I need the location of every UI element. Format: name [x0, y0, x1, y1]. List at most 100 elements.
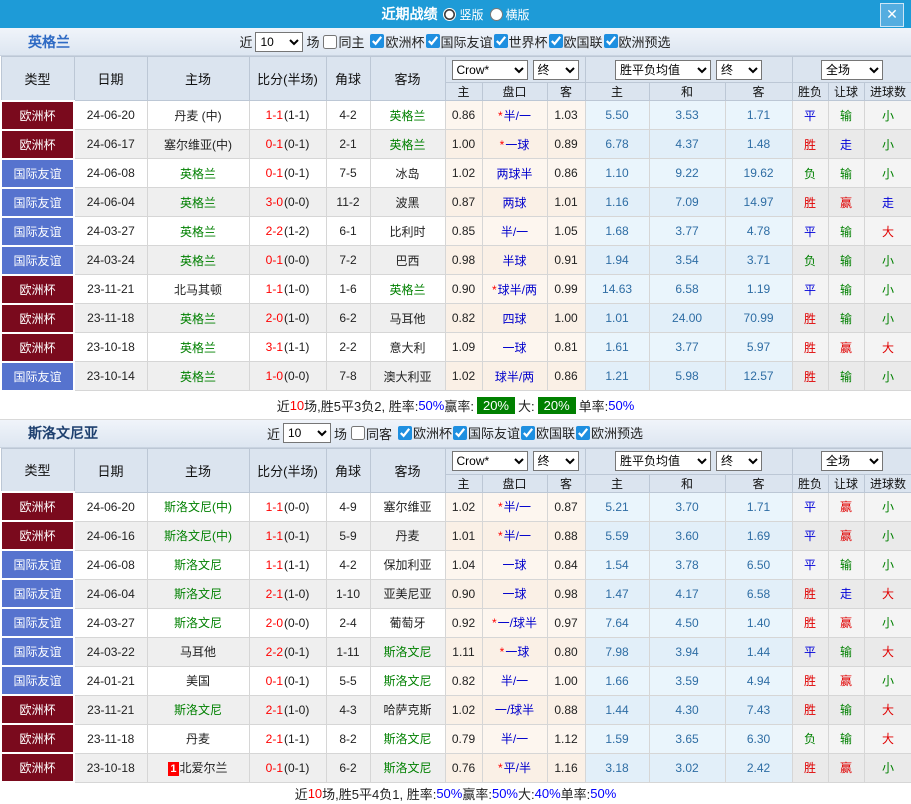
avg-away-cell: 14.97: [725, 188, 792, 217]
handicap-cell: 一球: [482, 579, 547, 608]
league-type-cell: 欧洲杯: [1, 753, 74, 782]
league-filter: 欧洲预选: [604, 32, 671, 51]
avg-final-select[interactable]: 终: [716, 60, 762, 80]
summary-segment: 大:: [518, 396, 535, 415]
sections-container: 英格兰 近 10 场 同主 欧洲杯国际友谊世界杯欧国联欧洲预选 类型 日期: [0, 28, 911, 804]
away-team-name: 英格兰: [389, 138, 425, 152]
same-team-checkbox[interactable]: [323, 35, 337, 49]
away-team-name: 塞尔维亚: [383, 500, 431, 514]
away-odds-cell: 1.03: [547, 101, 585, 130]
summary-segment: 近: [295, 784, 308, 803]
fulltime-score: 1-1: [266, 529, 283, 543]
result-cell: 胜: [792, 304, 828, 333]
handicap-star: *: [500, 138, 505, 152]
same-team-checkbox[interactable]: [351, 426, 365, 440]
subcol-header: 客: [725, 83, 792, 101]
league-type-cell: 国际友谊: [1, 188, 74, 217]
odds-source-select[interactable]: Crow*: [452, 60, 528, 80]
odds-final-select[interactable]: 终: [533, 451, 579, 471]
avg-draw-cell: 7.09: [649, 188, 725, 217]
away-team-cell: 比利时: [370, 217, 445, 246]
home-odds-cell: 0.82: [445, 666, 482, 695]
home-team-name: 英格兰: [180, 167, 216, 181]
horizontal-layout-radio[interactable]: [490, 8, 503, 21]
handicap-result-cell: 赢: [828, 492, 864, 521]
result-cell: 胜: [792, 188, 828, 217]
matches-table: 类型 日期 主场 比分(半场) 角球 客场 Crow*终 胜平负均值终 全场: [0, 56, 911, 392]
corner-cell: 8-2: [326, 724, 370, 753]
league-checkbox[interactable]: [521, 426, 535, 440]
full-match-select[interactable]: 全场: [821, 60, 883, 80]
league-checkbox[interactable]: [453, 426, 467, 440]
avg-draw-cell: 3.59: [649, 666, 725, 695]
corner-cell: 5-5: [326, 666, 370, 695]
recent-count-select[interactable]: 10: [283, 423, 331, 443]
full-match-select[interactable]: 全场: [821, 451, 883, 471]
home-odds-cell: 1.02: [445, 695, 482, 724]
halftime-score: (1-0): [284, 282, 309, 296]
league-checkbox[interactable]: [576, 426, 590, 440]
score-cell: 2-0(1-0): [249, 304, 326, 333]
league-checkbox[interactable]: [426, 34, 440, 48]
avg-home-cell: 1.61: [585, 333, 649, 362]
close-button[interactable]: ✕: [880, 3, 904, 27]
avg-home-cell: 1.54: [585, 550, 649, 579]
score-cell: 0-1(0-1): [249, 753, 326, 782]
league-checkbox[interactable]: [494, 34, 508, 48]
home-team-cell: 斯洛文尼(中): [147, 492, 249, 521]
avg-home-cell: 1.59: [585, 724, 649, 753]
vertical-layout-radio[interactable]: [443, 8, 456, 21]
home-team-cell: 斯洛文尼: [147, 608, 249, 637]
league-filter: 欧洲杯: [370, 32, 424, 51]
home-team-name: 北爱尔兰: [180, 761, 228, 775]
league-checkbox[interactable]: [604, 34, 618, 48]
league-type-cell: 国际友谊: [1, 246, 74, 275]
handicap-result-cell: 输: [828, 724, 864, 753]
home-team-name: 英格兰: [180, 196, 216, 210]
handicap-result-cell: 输: [828, 304, 864, 333]
home-team-cell: 丹麦 (中): [147, 101, 249, 130]
avg-home-cell: 1.01: [585, 304, 649, 333]
result-cell: 胜: [792, 608, 828, 637]
avg-away-cell: 4.78: [725, 217, 792, 246]
home-team-cell: 英格兰: [147, 188, 249, 217]
league-filter: 欧国联: [521, 423, 575, 442]
recent-count-select[interactable]: 10: [255, 32, 303, 52]
away-odds-cell: 0.84: [547, 550, 585, 579]
league-checkbox[interactable]: [370, 34, 384, 48]
score-cell: 2-2(0-1): [249, 637, 326, 666]
date-cell: 24-06-20: [74, 101, 147, 130]
avg-select[interactable]: 胜平负均值: [615, 60, 711, 80]
odds-source-select[interactable]: Crow*: [452, 451, 528, 471]
handicap-value: 球半/两: [495, 370, 534, 384]
avg-final-select[interactable]: 终: [716, 451, 762, 471]
home-odds-cell: 1.11: [445, 637, 482, 666]
handicap-result-cell: 输: [828, 101, 864, 130]
away-odds-cell: 0.98: [547, 579, 585, 608]
section-filter-bar: 英格兰 近 10 场 同主 欧洲杯国际友谊世界杯欧国联欧洲预选: [0, 28, 911, 56]
date-cell: 23-11-21: [74, 695, 147, 724]
avg-select[interactable]: 胜平负均值: [615, 451, 711, 471]
league-checkbox[interactable]: [398, 426, 412, 440]
horizontal-layout-label: 横版: [506, 6, 530, 23]
away-team-cell: 斯洛文尼: [370, 666, 445, 695]
halftime-score: (0-0): [284, 253, 309, 267]
handicap-cell: 两球半: [482, 159, 547, 188]
goals-result-cell: 小: [864, 101, 911, 130]
score-cell: 2-2(1-2): [249, 217, 326, 246]
date-cell: 23-10-14: [74, 362, 147, 391]
subcol-header: 和: [649, 474, 725, 492]
away-team-name: 斯洛文尼: [383, 674, 431, 688]
league-type-cell: 国际友谊: [1, 637, 74, 666]
subcol-header: 进球数: [864, 474, 911, 492]
goals-result-cell: 大: [864, 695, 911, 724]
home-team-cell: 马耳他: [147, 637, 249, 666]
league-filters: 欧洲杯国际友谊世界杯欧国联欧洲预选: [370, 32, 671, 52]
away-odds-cell: 1.12: [547, 724, 585, 753]
summary-segment: 10: [308, 786, 322, 801]
odds-final-select[interactable]: 终: [533, 60, 579, 80]
home-team-name: 斯洛文尼: [174, 558, 222, 572]
league-checkbox[interactable]: [549, 34, 563, 48]
away-team-cell: 巴西: [370, 246, 445, 275]
home-team-cell: 斯洛文尼: [147, 579, 249, 608]
